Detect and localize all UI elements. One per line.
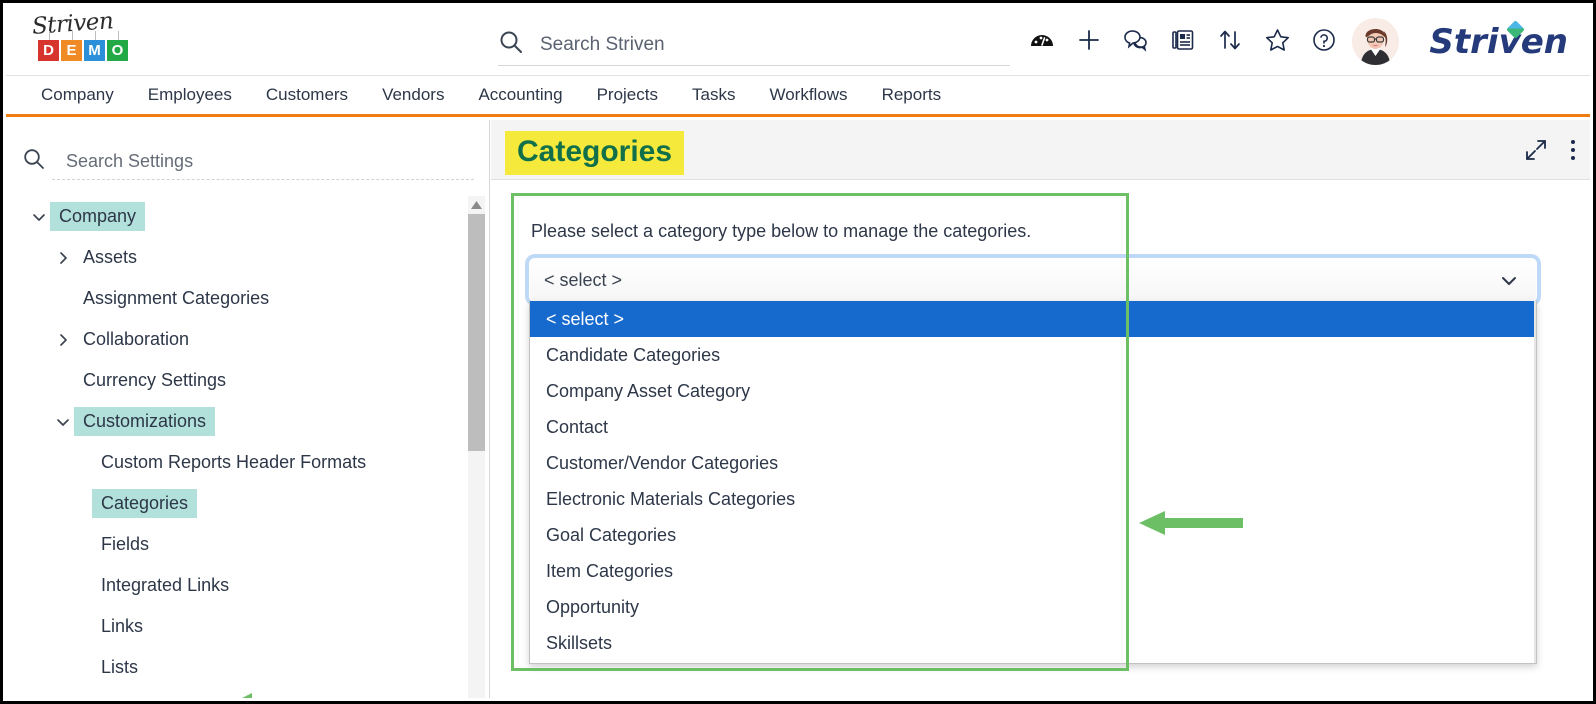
category-type-select-value: < select > — [544, 269, 623, 290]
dropdown-option-electronic-materials-categories[interactable]: Electronic Materials Categories — [530, 481, 1536, 517]
expand-icon[interactable] — [1524, 138, 1548, 162]
sidebar-item-label: Collaboration — [83, 329, 190, 349]
striven-wordmark-text: Striven — [1429, 22, 1568, 62]
sidebar-item-label: Assets — [83, 247, 138, 267]
chevron-right-icon[interactable] — [52, 332, 74, 348]
category-select-prompt: Please select a category type below to m… — [531, 221, 1032, 241]
dropdown-option-company-asset-category[interactable]: Company Asset Category — [530, 373, 1536, 409]
striven-demo-logo[interactable]: Striven D E M O — [28, 8, 148, 73]
main-panel: Categories Please select a category type… — [491, 120, 1590, 698]
demo-badge: D E M O — [38, 31, 128, 61]
sidebar-scrollbar-thumb[interactable] — [468, 214, 485, 451]
panel-header-actions — [1524, 138, 1576, 162]
sidebar-item-links[interactable]: Links — [6, 606, 489, 647]
news-article-icon[interactable] — [1169, 26, 1197, 54]
sidebar-item-label: Links — [101, 616, 144, 636]
sidebar-item-label: Integrated Links — [101, 575, 230, 595]
sidebar-item-label: Fields — [101, 534, 150, 554]
nav-item-reports[interactable]: Reports — [865, 85, 959, 105]
panel-header: Categories — [491, 120, 1590, 180]
app-window: Striven D E M O Search Striven Striven C… — [0, 0, 1596, 704]
nav-item-projects[interactable]: Projects — [580, 85, 675, 105]
main-nav: Company Employees Customers Vendors Acco… — [6, 76, 1590, 117]
nav-item-employees[interactable]: Employees — [131, 85, 249, 105]
sidebar-item-label: Lists — [101, 657, 139, 677]
settings-search-icon — [22, 147, 46, 176]
sidebar-item-custom-reports-header-formats[interactable]: Custom Reports Header Formats — [6, 442, 489, 483]
sidebar-item-currency-settings[interactable]: Currency Settings — [6, 360, 489, 401]
nav-item-company[interactable]: Company — [24, 85, 131, 105]
sidebar-item-label: Custom Reports Header Formats — [101, 452, 367, 472]
sidebar-item-categories[interactable]: Categories — [6, 483, 489, 524]
chat-bubbles-icon[interactable] — [1122, 26, 1150, 54]
sidebar-item-label: Customizations — [74, 407, 216, 436]
chevron-down-icon[interactable] — [28, 209, 50, 225]
demo-letter-d: D — [38, 31, 59, 61]
chevron-down-icon[interactable] — [52, 414, 74, 430]
dropdown-option-customer-vendor-categories[interactable]: Customer/Vendor Categories — [530, 445, 1536, 481]
dashboard-gauge-icon[interactable] — [1028, 26, 1056, 54]
sidebar-item-assets[interactable]: Assets — [6, 237, 489, 278]
plus-icon[interactable] — [1075, 26, 1103, 54]
avatar[interactable] — [1352, 18, 1399, 65]
logo-script-text: Striven — [31, 8, 115, 40]
dropdown-option-goal-categories[interactable]: Goal Categories — [530, 517, 1536, 553]
sidebar-item-fields[interactable]: Fields — [6, 524, 489, 565]
annotation-arrow-sidebar — [234, 691, 300, 698]
nav-item-vendors[interactable]: Vendors — [365, 85, 461, 105]
sidebar-item-company[interactable]: Company — [6, 196, 489, 237]
settings-search-input[interactable] — [66, 150, 446, 172]
dropdown-option-opportunity[interactable]: Opportunity — [530, 589, 1536, 625]
nav-item-accounting[interactable]: Accounting — [461, 85, 579, 105]
sidebar-item-assignment-categories[interactable]: Assignment Categories — [6, 278, 489, 319]
settings-sidebar: Company Assets Assignment Categories Col… — [6, 120, 490, 698]
sort-arrows-icon[interactable] — [1216, 26, 1244, 54]
question-mark-icon[interactable] — [1310, 26, 1338, 54]
nav-item-workflows[interactable]: Workflows — [752, 85, 864, 105]
demo-letter-e: E — [61, 31, 82, 61]
settings-search-underline — [52, 179, 474, 180]
nav-item-tasks[interactable]: Tasks — [675, 85, 752, 105]
sidebar-item-label: Assignment Categories — [83, 288, 270, 308]
demo-letter-m: M — [84, 31, 105, 61]
dropdown-option-candidate-categories[interactable]: Candidate Categories — [530, 337, 1536, 373]
sidebar-item-collaboration[interactable]: Collaboration — [6, 319, 489, 360]
settings-search[interactable] — [6, 140, 478, 182]
sidebar-item-label: Categories — [92, 489, 198, 518]
top-icon-bar — [1028, 26, 1338, 54]
nav-item-customers[interactable]: Customers — [249, 85, 365, 105]
settings-tree: Company Assets Assignment Categories Col… — [6, 196, 489, 698]
more-options-icon[interactable] — [1570, 138, 1576, 162]
sidebar-item-label: Company — [50, 202, 146, 231]
search-input[interactable] — [540, 33, 980, 56]
scroll-up-arrow-icon[interactable] — [468, 198, 485, 212]
dropdown-scroll-edge — [1534, 301, 1536, 663]
demo-letter-o: O — [107, 31, 128, 61]
global-search[interactable] — [498, 24, 1010, 66]
search-icon — [498, 29, 524, 60]
dropdown-option-contact[interactable]: Contact — [530, 409, 1536, 445]
sidebar-item-integrated-links[interactable]: Integrated Links — [6, 565, 489, 606]
sidebar-scrollbar[interactable] — [468, 196, 485, 698]
category-type-select[interactable]: < select > — [529, 258, 1537, 302]
dropdown-option-skillsets[interactable]: Skillsets — [530, 625, 1536, 661]
sidebar-item-customizations[interactable]: Customizations — [6, 401, 489, 442]
category-type-dropdown-list[interactable]: < select > Candidate Categories Company … — [529, 301, 1537, 664]
top-bar: Striven D E M O Search Striven Striven — [6, 6, 1590, 76]
panel-body: Please select a category type below to m… — [491, 180, 1590, 698]
sidebar-item-label: Currency Settings — [83, 370, 227, 390]
dropdown-option-item-categories[interactable]: Item Categories — [530, 553, 1536, 589]
dropdown-option-select[interactable]: < select > — [530, 301, 1536, 337]
striven-wordmark: Striven — [1429, 20, 1568, 62]
chevron-down-icon[interactable] — [1500, 272, 1518, 295]
chevron-right-icon[interactable] — [52, 250, 74, 266]
star-icon[interactable] — [1263, 26, 1291, 54]
page-title: Categories — [505, 131, 685, 175]
sidebar-item-lists[interactable]: Lists — [6, 647, 489, 688]
